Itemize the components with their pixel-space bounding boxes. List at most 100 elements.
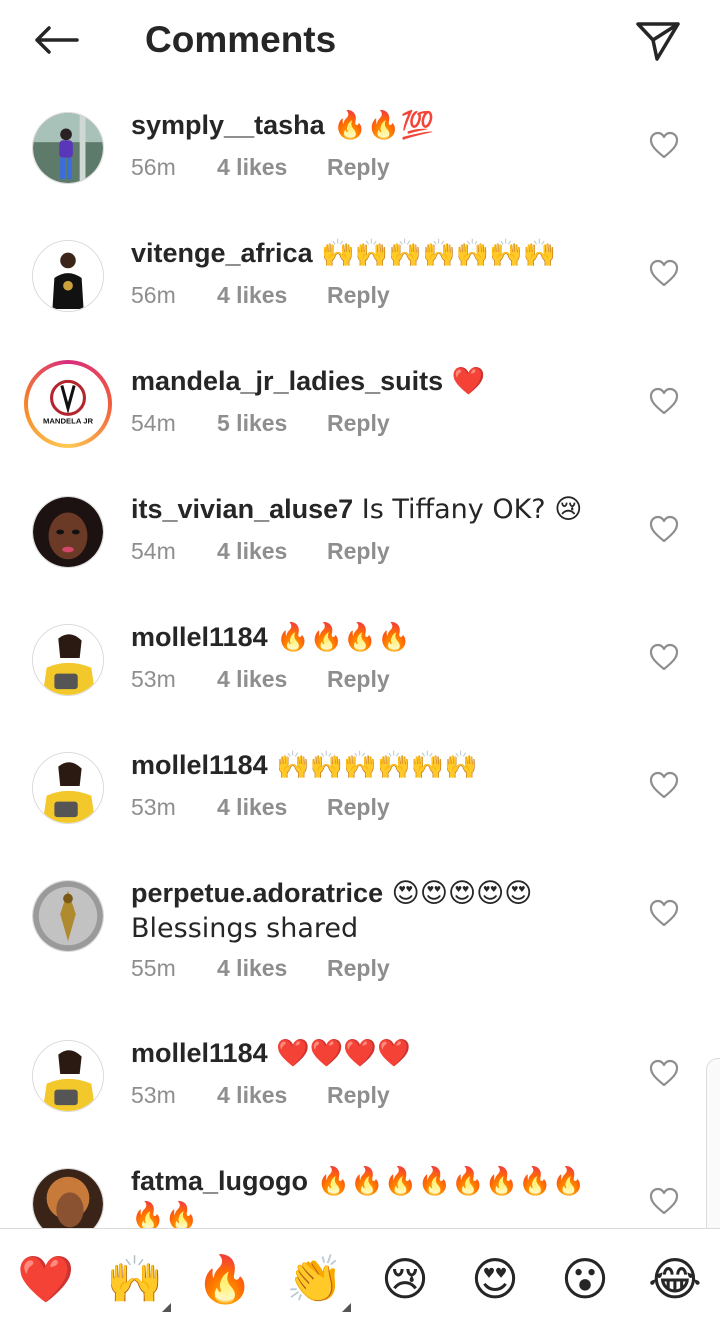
heart-outline-icon[interactable]: [648, 770, 680, 800]
comment-item: mollel1184 🙌🙌🙌🙌🙌🙌 53m 4 likes Reply: [0, 722, 720, 850]
comment-item: fatma_lugogo 🔥🔥🔥🔥🔥🔥🔥🔥🔥🔥: [0, 1138, 720, 1228]
comment-likes[interactable]: 4 likes: [217, 1080, 327, 1110]
avatar[interactable]: [32, 1168, 104, 1228]
comment-meta: 56m 4 likes Reply: [131, 280, 390, 310]
reply-button[interactable]: Reply: [327, 152, 390, 182]
comment-likes[interactable]: 4 likes: [217, 664, 327, 694]
share-button[interactable]: [630, 16, 686, 66]
comment-username[interactable]: symply__tasha: [131, 110, 325, 140]
comment-item: mollel1184 🔥🔥🔥🔥 53m 4 likes Reply: [0, 594, 720, 722]
comment-username[interactable]: vitenge_africa: [131, 238, 313, 268]
avatar[interactable]: [32, 1040, 104, 1112]
comment-text: 🙌🙌🙌🙌🙌🙌: [267, 750, 478, 781]
page-title: Comments: [145, 19, 337, 60]
comment-username[interactable]: mollel1184: [131, 1038, 268, 1068]
comment-text: 🔥🔥💯: [324, 110, 435, 141]
comment-meta: 54m 5 likes Reply: [131, 408, 390, 438]
comment-likes[interactable]: 4 likes: [217, 536, 327, 566]
comment-text: ❤️: [443, 366, 486, 397]
comment-text: ❤️❤️❤️❤️: [267, 1038, 411, 1069]
avatar[interactable]: [32, 752, 104, 824]
emoji-surprised-button[interactable]: 😮: [557, 1251, 613, 1307]
quick-emoji-bar: ❤️ 🙌 🔥 👏 😢 😍 😮 😂: [0, 1228, 720, 1327]
send-paper-plane-icon: [636, 22, 680, 61]
reply-button[interactable]: Reply: [327, 953, 390, 983]
user-photo: [33, 625, 103, 695]
heart-outline-icon[interactable]: [648, 642, 680, 672]
comment-text: 🙌🙌🙌🙌🙌🙌🙌: [312, 238, 557, 269]
emoji-clapping-button[interactable]: 👏: [286, 1251, 343, 1307]
emoji-heart-button[interactable]: ❤️: [17, 1251, 74, 1307]
emoji-crying-button[interactable]: 😢: [377, 1251, 433, 1307]
comment-item: mollel1184 ❤️❤️❤️❤️ 53m 4 likes Reply: [0, 1010, 720, 1138]
comment-username[interactable]: perpetue.adoratrice: [131, 878, 383, 908]
comment-likes[interactable]: 4 likes: [217, 280, 327, 310]
user-photo: [33, 881, 103, 951]
heart-outline-icon[interactable]: [648, 514, 680, 544]
user-photo: [33, 1041, 103, 1111]
comment-likes[interactable]: 5 likes: [217, 408, 327, 438]
comment-item: its_vivian_aluse7 Is Tiffany OK? 😢 54m 4…: [0, 466, 720, 594]
heart-outline-icon[interactable]: [648, 130, 680, 160]
avatar[interactable]: [32, 496, 104, 568]
comment-time: 54m: [131, 410, 176, 436]
comment-username[interactable]: fatma_lugogo: [131, 1166, 308, 1196]
heart-outline-icon[interactable]: [648, 258, 680, 288]
comment-item: symply__tasha 🔥🔥💯 56m 4 likes Reply: [0, 82, 720, 210]
comments-list[interactable]: symply__tasha 🔥🔥💯 56m 4 likes Reply vite…: [0, 82, 720, 1228]
comment-likes[interactable]: 4 likes: [217, 792, 327, 822]
comment-item: vitenge_africa 🙌🙌🙌🙌🙌🙌🙌 56m 4 likes Reply: [0, 210, 720, 338]
brand-logo-text: MANDELA JR: [43, 417, 94, 426]
comments-screen: Comments symply__tasha 🔥🔥💯 56m 4 likes R…: [0, 0, 720, 1327]
comment-text: Is Tiffany OK? 😢: [353, 494, 583, 525]
comment-likes[interactable]: 4 likes: [217, 953, 327, 983]
skin-tone-indicator-icon: [162, 1303, 171, 1312]
comment-meta: 53m 4 likes Reply: [131, 1080, 390, 1110]
comment-time: 56m: [131, 282, 176, 308]
emoji-raised-hands-button[interactable]: 🙌: [106, 1251, 163, 1307]
reply-button[interactable]: Reply: [327, 792, 390, 822]
emoji-laughing-button[interactable]: 😂: [647, 1251, 703, 1307]
comment-username[interactable]: its_vivian_aluse7: [131, 494, 353, 524]
comment-meta: 56m 4 likes Reply: [131, 152, 390, 182]
reply-button[interactable]: Reply: [327, 280, 390, 310]
reply-button[interactable]: Reply: [327, 536, 390, 566]
comment-time: 55m: [131, 955, 176, 981]
user-photo: [33, 241, 103, 311]
user-photo: [33, 753, 103, 823]
back-button[interactable]: [28, 18, 84, 62]
comment-meta: 55m 4 likes Reply: [131, 953, 390, 983]
comment-text: 🔥🔥🔥🔥: [267, 622, 411, 653]
emoji-heart-eyes-button[interactable]: 😍: [467, 1251, 523, 1307]
user-photo: [33, 1169, 103, 1228]
comment-item: perpetue.adoratrice 😍😍😍😍😍 Blessings shar…: [0, 850, 720, 1010]
skin-tone-indicator-icon: [342, 1303, 351, 1312]
avatar[interactable]: [32, 112, 104, 184]
heart-outline-icon[interactable]: [648, 898, 680, 928]
heart-outline-icon[interactable]: [648, 386, 680, 416]
avatar[interactable]: [32, 880, 104, 952]
avatar-story-ring[interactable]: MANDELA JR: [24, 360, 112, 448]
comment-time: 56m: [131, 154, 176, 180]
heart-outline-icon[interactable]: [648, 1186, 680, 1216]
heart-outline-icon[interactable]: [648, 1058, 680, 1088]
comment-meta: 53m 4 likes Reply: [131, 792, 390, 822]
comment-item: MANDELA JR mandela_jr_ladies_suits ❤️ 54…: [0, 338, 720, 466]
brand-logo: MANDELA JR: [31, 367, 105, 441]
header: Comments: [0, 0, 720, 82]
comment-username[interactable]: mandela_jr_ladies_suits: [131, 366, 443, 396]
user-photo: [33, 113, 103, 183]
reply-button[interactable]: Reply: [327, 1080, 390, 1110]
user-photo: [33, 497, 103, 567]
avatar[interactable]: [32, 240, 104, 312]
emoji-fire-button[interactable]: 🔥: [196, 1251, 253, 1307]
comment-meta: 53m 4 likes Reply: [131, 664, 390, 694]
reply-button[interactable]: Reply: [327, 664, 390, 694]
comment-likes[interactable]: 4 likes: [217, 152, 327, 182]
reply-button[interactable]: Reply: [327, 408, 390, 438]
comment-username[interactable]: mollel1184: [131, 622, 268, 652]
comment-username[interactable]: mollel1184: [131, 750, 268, 780]
avatar[interactable]: [32, 624, 104, 696]
comment-meta: 54m 4 likes Reply: [131, 536, 390, 566]
comment-time: 53m: [131, 1082, 176, 1108]
